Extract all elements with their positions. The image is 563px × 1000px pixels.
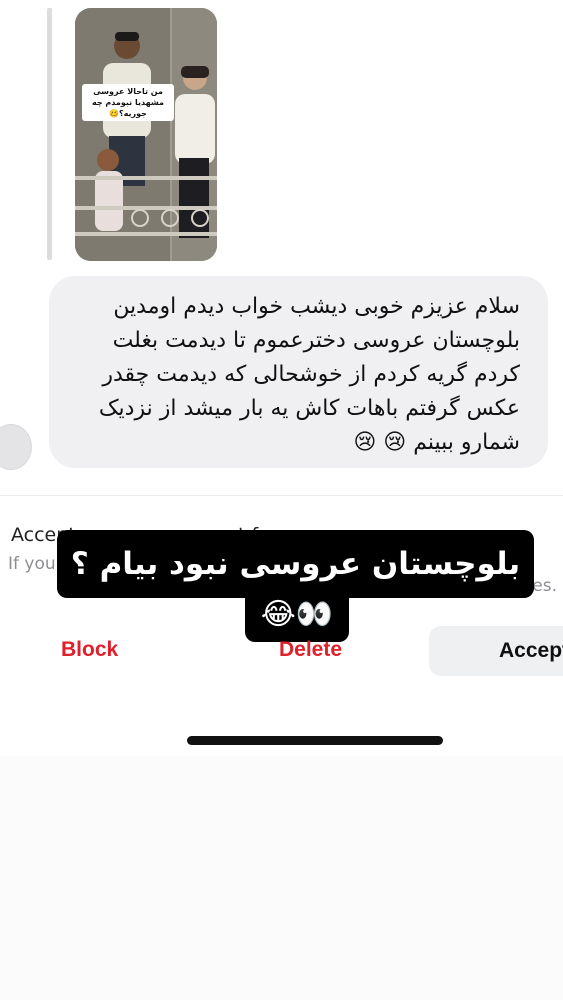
bottom-area <box>0 756 563 1000</box>
block-button[interactable]: Block <box>61 638 118 662</box>
request-subtitle: If you <box>8 554 56 574</box>
story-photo <box>75 8 217 261</box>
home-indicator[interactable] <box>187 736 443 745</box>
message-bubble[interactable]: سلام عزیزم خوبی دیشب خواب دیدم اومدین بل… <box>49 276 548 468</box>
accept-button[interactable]: Accept <box>429 626 563 676</box>
message-text: سلام عزیزم خوبی دیشب خواب دیدم اومدین بل… <box>98 294 520 455</box>
divider <box>0 495 563 496</box>
story-thumbnail[interactable]: من تاحالا عروسی مشهدیا نبومدم چه جوریه؟🥴 <box>75 8 217 261</box>
sender-avatar[interactable] <box>0 424 32 470</box>
request-subtitle-end: es. <box>532 576 557 596</box>
delete-button[interactable]: Delete <box>279 638 342 662</box>
story-reply-line <box>47 8 52 260</box>
story-caption: من تاحالا عروسی مشهدیا نبومدم چه جوریه؟🥴 <box>82 84 174 121</box>
emoji-overlay: 😂👀 <box>245 586 349 642</box>
